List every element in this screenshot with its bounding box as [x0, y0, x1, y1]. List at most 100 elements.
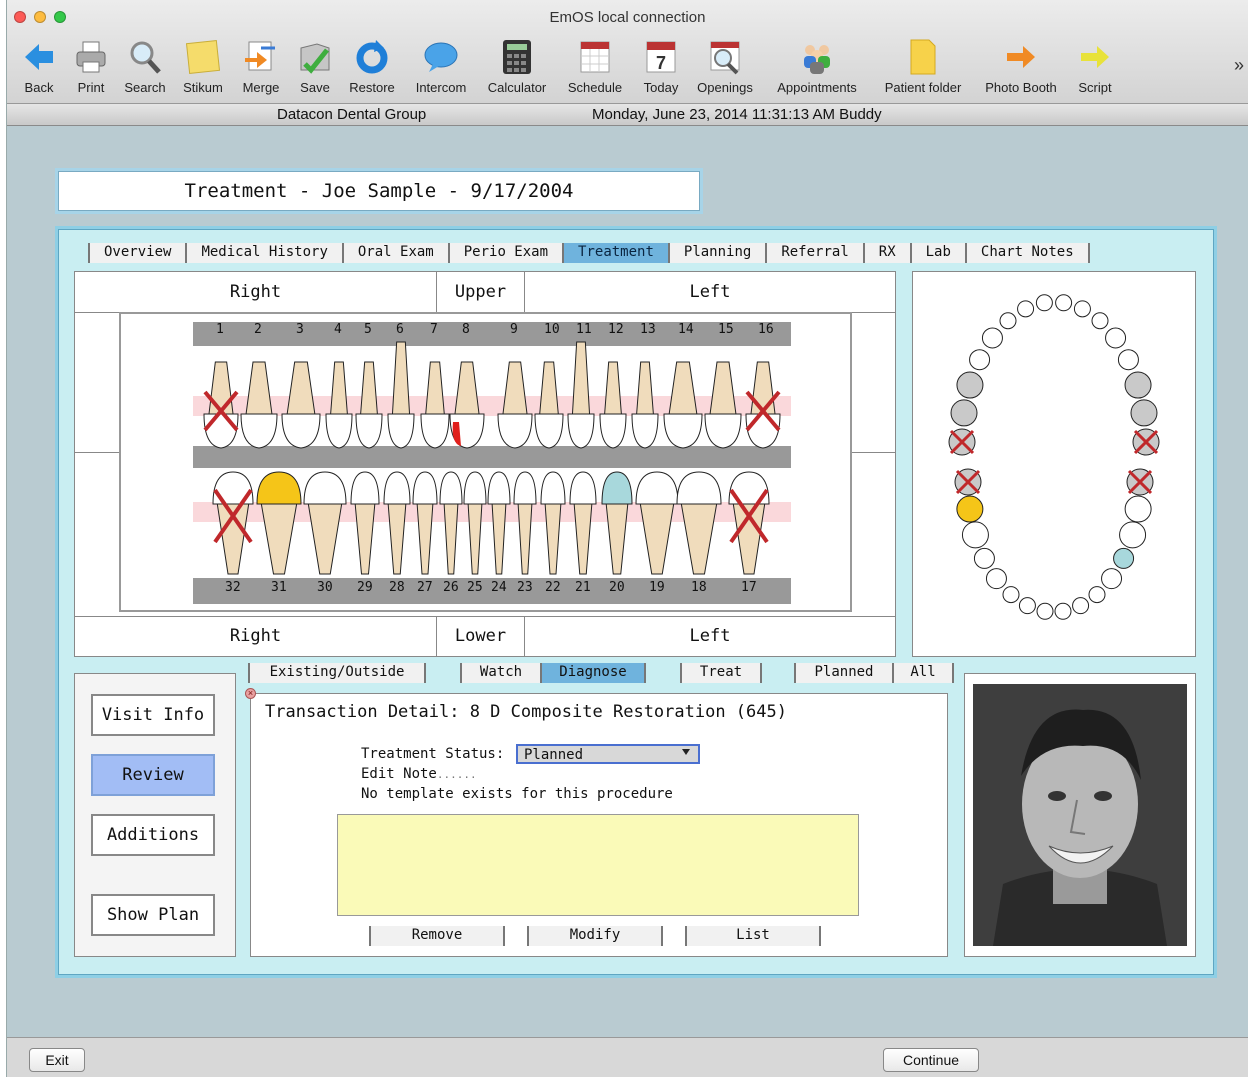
- patient-photo-frame: [964, 673, 1196, 957]
- tab-perio-exam[interactable]: Perio Exam: [447, 243, 565, 263]
- upper-tooth-number: 12: [608, 322, 624, 337]
- arch-svg[interactable]: [913, 272, 1195, 656]
- upper-tooth-number: 15: [718, 322, 734, 337]
- treatment-status-select[interactable]: Planned: [516, 744, 700, 764]
- arch-upper-tooth-10: [1073, 300, 1091, 318]
- toolbar-print-button[interactable]: Print: [71, 38, 111, 98]
- calendar-icon: [580, 41, 610, 73]
- arch-upper-tooth-4: [969, 349, 991, 371]
- arch-lower-tooth-2: [956, 495, 984, 523]
- subtab-watch[interactable]: Watch: [460, 663, 542, 683]
- upper-tooth-number: 7: [430, 322, 438, 337]
- teeth-svg[interactable]: [193, 322, 791, 604]
- subtab-diagnose[interactable]: Diagnose: [540, 663, 646, 683]
- tab-chart-notes[interactable]: Chart Notes: [964, 243, 1090, 263]
- toolbar-stikum-button[interactable]: Stikum: [179, 38, 227, 98]
- toolbar-schedule-button[interactable]: Schedule: [563, 38, 627, 98]
- printer-icon: [76, 41, 106, 73]
- subtab-all[interactable]: All: [892, 663, 954, 683]
- transaction-title: Transaction Detail: 8 D Composite Restor…: [265, 702, 787, 722]
- upper-tooth-number: 14: [678, 322, 694, 337]
- upper-tooth-number: 13: [640, 322, 656, 337]
- tab-planning[interactable]: Planning: [667, 243, 768, 263]
- lower-tooth-number: 24: [491, 580, 507, 595]
- toolbar-appointments-button[interactable]: Appointments: [769, 38, 865, 98]
- note-textarea[interactable]: [337, 814, 859, 916]
- tab-oral-exam[interactable]: Oral Exam: [341, 243, 450, 263]
- bottom-bar: Exit Continue: [7, 1037, 1248, 1077]
- action-button-panel: Visit Info Review Additions Show Plan: [74, 673, 236, 957]
- lower-tooth-number: 28: [389, 580, 405, 595]
- tab-overview[interactable]: Overview: [88, 243, 188, 263]
- upper-arch-label: Upper: [437, 272, 525, 312]
- toolbar-save-button[interactable]: Save: [295, 38, 335, 98]
- arch-lower-tooth-11: [1088, 586, 1106, 604]
- toolbar-photo-booth-button[interactable]: Photo Booth: [979, 38, 1063, 98]
- record-title: Treatment - Joe Sample - 9/17/2004: [55, 168, 703, 214]
- arch-upper-tooth-7: [1017, 300, 1035, 318]
- upper-tooth-number: 4: [334, 322, 342, 337]
- toolbar-back-button[interactable]: Back: [19, 38, 59, 98]
- tab-treatment[interactable]: Treatment: [562, 243, 670, 263]
- lower-right-label: Right: [75, 616, 437, 656]
- toolbar-search-button[interactable]: Search: [121, 38, 169, 98]
- show-plan-button[interactable]: Show Plan: [91, 894, 215, 936]
- toolbar-restore-button[interactable]: Restore: [345, 38, 399, 98]
- toolbar-today-button[interactable]: 7 Today: [639, 38, 683, 98]
- svg-text:7: 7: [656, 53, 666, 73]
- title-bar: EmOS local connection Back Print Search …: [7, 0, 1248, 104]
- subtab-existing-outside[interactable]: Existing/Outside: [248, 663, 426, 683]
- arch-upper-tooth-11: [1091, 312, 1109, 330]
- lower-tooth-number: 22: [545, 580, 561, 595]
- edit-note-link[interactable]: Edit Note......: [361, 766, 477, 782]
- toolbar-script-button[interactable]: Script: [1073, 38, 1117, 98]
- lower-tooth-number: 26: [443, 580, 459, 595]
- exit-button[interactable]: Exit: [29, 1048, 85, 1072]
- subtab-planned[interactable]: Planned: [794, 663, 894, 683]
- arch-upper-tooth-15: [1130, 399, 1158, 427]
- subtab-treat[interactable]: Treat: [680, 663, 762, 683]
- additions-button[interactable]: Additions: [91, 814, 215, 856]
- arch-lower-tooth-4: [973, 547, 995, 569]
- upper-tooth-number: 11: [576, 322, 592, 337]
- upper-tooth-number: 6: [396, 322, 404, 337]
- treatment-status-label: Treatment Status:: [361, 746, 505, 762]
- upper-left-label: Left: [689, 282, 731, 302]
- continue-button[interactable]: Continue: [883, 1048, 979, 1072]
- list-button[interactable]: List: [685, 926, 821, 946]
- modify-button[interactable]: Modify: [527, 926, 663, 946]
- toolbar-merge-button[interactable]: Merge: [239, 38, 283, 98]
- tab-referral[interactable]: Referral: [765, 243, 865, 263]
- toolbar-patient-folder-button[interactable]: Patient folder: [877, 38, 969, 98]
- patient-photo: [973, 684, 1187, 946]
- upper-tooth-number: 8: [462, 322, 470, 337]
- arch-lower-tooth-8: [1036, 602, 1054, 620]
- edit-note-dots: ......: [436, 768, 477, 781]
- tab-medical-history[interactable]: Medical History: [185, 243, 344, 263]
- toolbar-calculator-button[interactable]: Calculator: [483, 38, 551, 98]
- arch-upper-tooth-13: [1117, 349, 1139, 371]
- close-detail-icon[interactable]: ×: [245, 688, 256, 699]
- lower-tooth-number: 31: [271, 580, 287, 595]
- toolbar-overflow-icon[interactable]: »: [1234, 55, 1244, 76]
- remove-button[interactable]: Remove: [369, 926, 505, 946]
- lower-tooth-number: 30: [317, 580, 333, 595]
- lower-tooth-number: 25: [467, 580, 483, 595]
- visit-info-button[interactable]: Visit Info: [91, 694, 215, 736]
- midline-right: [852, 452, 895, 453]
- upper-tooth-number: 5: [364, 322, 372, 337]
- openings-search-icon: [710, 41, 740, 75]
- toolbar-openings-button[interactable]: Openings: [693, 38, 757, 98]
- arch-lower-tooth-7: [1018, 597, 1036, 615]
- arch-upper-tooth-9: [1055, 294, 1073, 312]
- status-bar: Datacon Dental Group Monday, June 23, 20…: [7, 104, 1248, 126]
- arch-upper-tooth-14: [1124, 371, 1152, 399]
- orange-arrow-icon: [1007, 46, 1035, 68]
- tab-rx[interactable]: RX: [862, 243, 912, 263]
- arch-upper-tooth-6: [999, 312, 1017, 330]
- tab-lab[interactable]: Lab: [909, 243, 967, 263]
- toolbar-intercom-button[interactable]: Intercom: [411, 38, 471, 98]
- review-button[interactable]: Review: [91, 754, 215, 796]
- teeth-canvas[interactable]: 1 2 3 4 5 6 7 8 9 10 11 12 13 14 15 16 32 31 30 29 28 27 26 25…: [193, 322, 791, 604]
- lower-tooth-number: 23: [517, 580, 533, 595]
